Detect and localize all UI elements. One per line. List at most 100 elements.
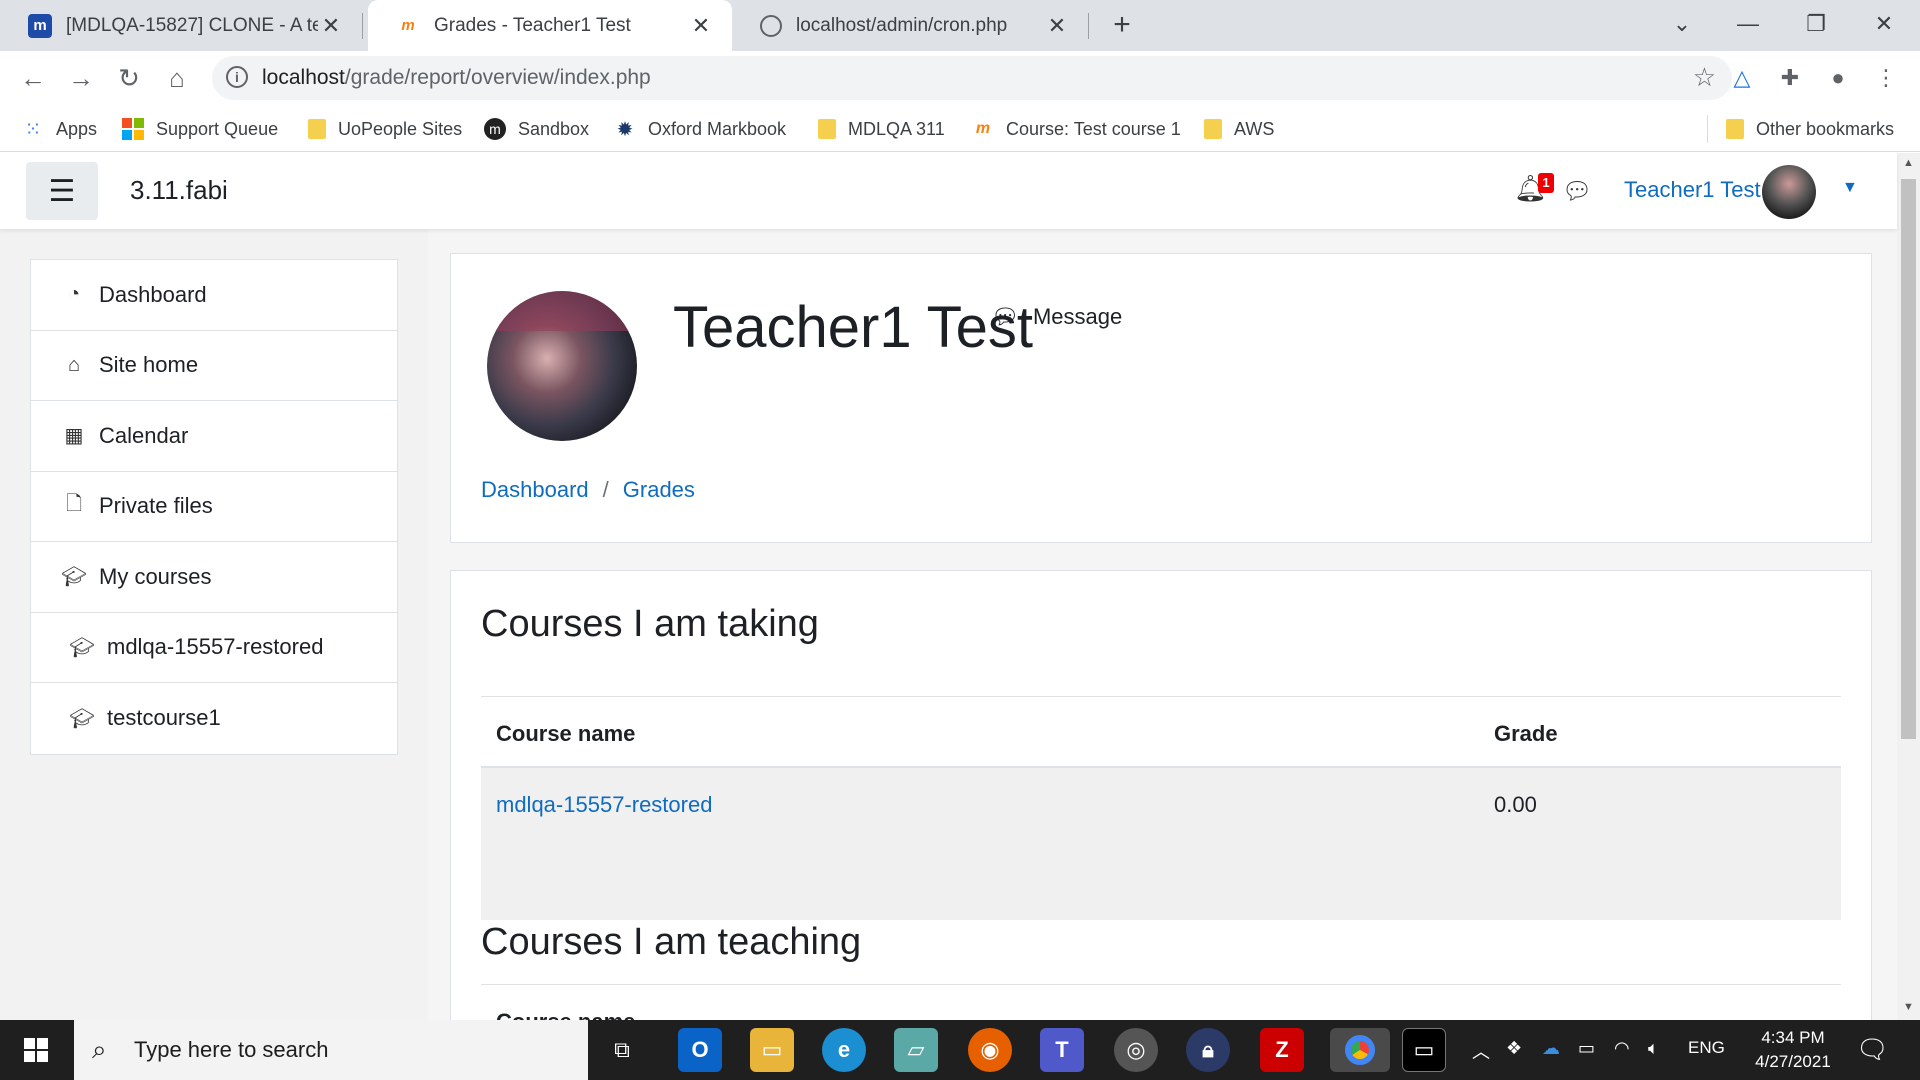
- bookmark-mdlqa-311[interactable]: MDLQA 311: [818, 115, 945, 143]
- address-bar[interactable]: i localhost/grade/report/overview/index.…: [212, 56, 1732, 100]
- dropbox-icon[interactable]: ❖: [1506, 1038, 1522, 1059]
- globe-icon: [760, 14, 782, 37]
- nav-item-course-testcourse1[interactable]: 🎓︎ testcourse1: [31, 683, 397, 754]
- folder-icon: [1204, 119, 1222, 139]
- profile-icon[interactable]: ●: [1821, 61, 1855, 95]
- dashboard-icon: ◔: [67, 283, 81, 306]
- messages-chat-icon[interactable]: 💬︎: [1562, 177, 1592, 206]
- filezilla-icon[interactable]: Z: [1260, 1028, 1304, 1072]
- extension-triangle-icon[interactable]: △: [1725, 61, 1759, 95]
- home-icon[interactable]: ⌂: [158, 59, 196, 97]
- action-center-icon[interactable]: 🗨︎: [1856, 1034, 1889, 1065]
- bookmark-star-icon[interactable]: ☆: [1693, 62, 1716, 93]
- windows-icon: [122, 118, 144, 140]
- scroll-up-icon[interactable]: ▲: [1897, 157, 1920, 169]
- nav-item-calendar[interactable]: ▦ Calendar: [31, 401, 397, 472]
- taskbar-clock[interactable]: 4:34 PM 4/27/2021: [1748, 1026, 1838, 1074]
- user-menu-name[interactable]: Teacher1 Test: [1624, 177, 1761, 203]
- terminal-icon[interactable]: ▭: [1402, 1028, 1446, 1072]
- page-title: Teacher1 Test: [673, 295, 1034, 360]
- tray-chevron-icon[interactable]: ︿: [1472, 1038, 1490, 1064]
- scroll-down-icon[interactable]: ▼: [1897, 1001, 1920, 1013]
- nav-item-private-files[interactable]: 🗋︎ Private files: [31, 472, 397, 542]
- bookmark-course-test[interactable]: m Course: Test course 1: [972, 115, 1181, 143]
- close-window-icon[interactable]: ✕: [1854, 6, 1914, 42]
- bookmark-other[interactable]: Other bookmarks: [1726, 115, 1894, 143]
- menu-kebab-icon[interactable]: ⋮: [1869, 61, 1903, 95]
- file-explorer-icon[interactable]: ▭: [750, 1028, 794, 1072]
- breadcrumb-dashboard[interactable]: Dashboard: [481, 477, 589, 503]
- nav-item-dashboard[interactable]: ◔ Dashboard: [31, 260, 397, 331]
- media-app-icon[interactable]: ◎: [1114, 1028, 1158, 1072]
- task-view-icon[interactable]: ⧉: [600, 1028, 644, 1072]
- teams-icon[interactable]: T: [1040, 1028, 1084, 1072]
- edge-icon[interactable]: e: [822, 1028, 866, 1072]
- start-button[interactable]: [0, 1020, 72, 1080]
- course-link[interactable]: mdlqa-15557-restored: [496, 792, 712, 817]
- drawer-toggle-button[interactable]: ☰: [26, 162, 98, 220]
- firefox-icon[interactable]: ◉: [968, 1028, 1012, 1072]
- close-tab-icon[interactable]: ✕: [688, 13, 714, 39]
- reload-icon[interactable]: ↻: [110, 59, 148, 97]
- close-tab-icon[interactable]: ✕: [1044, 13, 1070, 39]
- courses-taking-table: Course name Grade mdlqa-15557-restored 0…: [481, 696, 1841, 920]
- new-tab-icon[interactable]: +: [1104, 8, 1140, 44]
- column-header-grade[interactable]: Grade: [1494, 721, 1558, 747]
- clock-time: 4:34 PM: [1761, 1028, 1825, 1047]
- nav-item-site-home[interactable]: ⌂ Site home: [31, 331, 397, 401]
- outlook-icon[interactable]: O: [678, 1028, 722, 1072]
- bookmark-label: Oxford Markbook: [648, 118, 787, 139]
- column-header-course[interactable]: Course name: [496, 721, 635, 747]
- message-button[interactable]: 💬︎ Message: [991, 304, 1122, 330]
- extensions-puzzle-icon[interactable]: ✚: [1773, 61, 1807, 95]
- nav-item-course-mdlqa[interactable]: 🎓︎ mdlqa-15557-restored: [31, 613, 397, 683]
- home-icon: ⌂: [67, 353, 81, 376]
- bookmark-label: Apps: [56, 118, 98, 139]
- bookmark-apps[interactable]: ⁙ Apps: [22, 115, 97, 143]
- volume-icon[interactable]: 🔈︎: [1648, 1038, 1659, 1059]
- minimize-icon[interactable]: —: [1718, 6, 1778, 42]
- bookmark-sandbox[interactable]: m Sandbox: [484, 115, 589, 143]
- chrome-icon[interactable]: [1330, 1028, 1390, 1072]
- nav-item-label: testcourse1: [107, 705, 221, 731]
- notepad-app-icon[interactable]: ▱: [894, 1028, 938, 1072]
- bookmark-oxford-markbook[interactable]: ✹ Oxford Markbook: [614, 115, 786, 143]
- forward-icon[interactable]: →: [62, 59, 100, 97]
- table-header-row: Course name Grade: [481, 696, 1841, 768]
- site-info-icon[interactable]: i: [226, 66, 248, 88]
- scroll-thumb[interactable]: [1901, 179, 1916, 739]
- browser-tab-cron[interactable]: localhost/admin/cron.php ✕: [732, 0, 1088, 51]
- tab-search-icon[interactable]: ⌄: [1652, 6, 1712, 42]
- breadcrumb-grades[interactable]: Grades: [623, 477, 695, 503]
- caret-down-icon[interactable]: ▼: [1842, 179, 1858, 197]
- nav-item-label: Private files: [99, 493, 213, 519]
- user-avatar[interactable]: [1762, 165, 1816, 219]
- nav-item-label: Dashboard: [99, 281, 207, 307]
- close-tab-icon[interactable]: ✕: [318, 13, 344, 39]
- onedrive-icon[interactable]: ☁: [1542, 1038, 1560, 1059]
- nav-item-my-courses[interactable]: 🎓︎ My courses: [31, 542, 397, 613]
- bookmark-uopeople[interactable]: UoPeople Sites: [308, 115, 462, 143]
- bookmark-support-queue[interactable]: Support Queue: [122, 115, 278, 143]
- wifi-icon[interactable]: ◠: [1614, 1038, 1630, 1059]
- browser-tab-grades[interactable]: m Grades - Teacher1 Test ✕: [368, 0, 732, 51]
- bookmark-label: MDLQA 311: [848, 118, 945, 139]
- folder-icon: [308, 119, 326, 139]
- browser-tab-jira[interactable]: m [MDLQA-15827] CLONE - A teacl ✕: [0, 0, 362, 51]
- nav-drawer: ◔ Dashboard ⌂ Site home ▦ Calendar 🗋︎ Pr…: [0, 229, 428, 1020]
- back-icon[interactable]: ←: [14, 59, 52, 97]
- language-indicator[interactable]: ENG: [1688, 1038, 1725, 1058]
- taskbar-search-box[interactable]: ⌕ Type here to search: [74, 1020, 588, 1080]
- battery-icon[interactable]: ▭: [1578, 1038, 1595, 1059]
- restore-icon[interactable]: ❐: [1786, 6, 1846, 42]
- courses-teaching-heading: Courses I am teaching: [481, 921, 862, 963]
- bookmark-aws[interactable]: AWS: [1204, 115, 1274, 143]
- site-name[interactable]: 3.11.fabi: [130, 175, 228, 206]
- bookmark-label: UoPeople Sites: [338, 118, 463, 139]
- clock-date: 4/27/2021: [1755, 1052, 1831, 1071]
- nav-list: ◔ Dashboard ⌂ Site home ▦ Calendar 🗋︎ Pr…: [30, 259, 398, 755]
- search-icon: ⌕: [92, 1034, 107, 1064]
- url-path: /grade/report/overview/index.php: [344, 66, 651, 89]
- vpn-lock-icon[interactable]: 🔒︎: [1186, 1028, 1230, 1072]
- page-scrollbar[interactable]: ▲ ▼: [1897, 153, 1920, 1020]
